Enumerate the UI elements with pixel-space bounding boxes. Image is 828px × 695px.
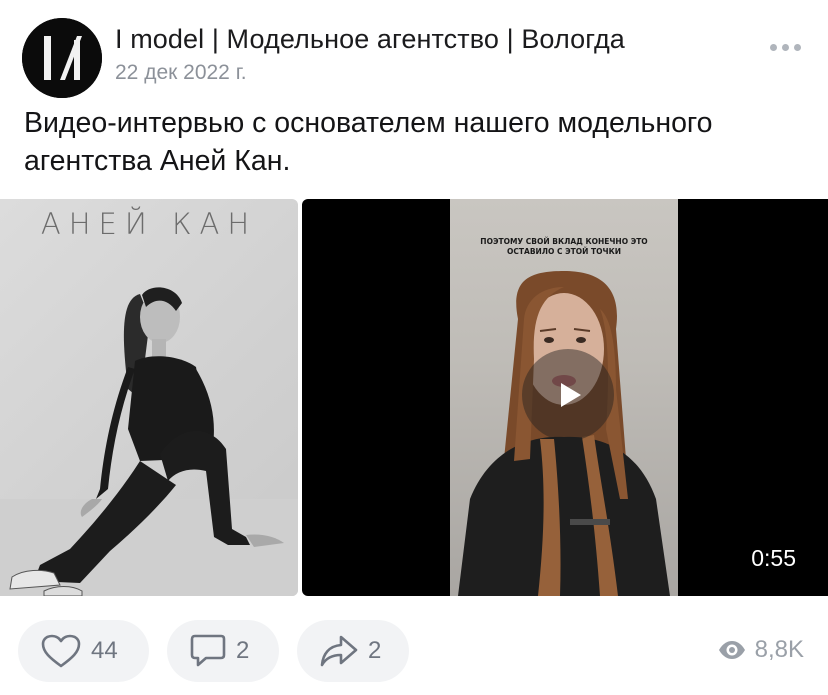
media-gallery: АНЕЙ КАН ПОЭТОМУ СВОЙ ВКЛАД КОНЕЧНО ЭТО … — [0, 199, 828, 596]
agency-logo — [22, 18, 102, 98]
like-button[interactable]: 44 — [18, 620, 149, 682]
play-button[interactable] — [522, 349, 614, 441]
video-duration: 0:55 — [751, 545, 796, 571]
comment-count: 2 — [236, 637, 250, 664]
author-name[interactable]: I model | Модельное агентство | Вологда — [115, 24, 625, 55]
video-attachment[interactable]: ПОЭТОМУ СВОЙ ВКЛАД КОНЕЧНО ЭТО ОСТАВИЛО … — [302, 199, 828, 596]
photo-attachment[interactable]: АНЕЙ КАН — [0, 199, 298, 596]
comment-button[interactable]: 2 — [167, 620, 279, 682]
eye-icon — [718, 641, 745, 659]
play-icon — [561, 383, 581, 407]
more-dots-icon[interactable] — [770, 40, 806, 54]
share-count: 2 — [368, 637, 382, 664]
views-counter: 8,8K — [717, 636, 804, 664]
post-header: I model | Модельное агентство | Вологда … — [22, 18, 812, 98]
post-actions: 44 2 2 — [18, 620, 409, 682]
heart-icon — [41, 634, 81, 668]
comment-icon — [190, 634, 226, 667]
avatar[interactable] — [22, 18, 102, 98]
share-button[interactable]: 2 — [297, 620, 409, 682]
model-photo-illustration — [0, 287, 298, 596]
post-card: I model | Модельное агентство | Вологда … — [0, 0, 828, 695]
post-text: Видео-интервью с основателем нашего моде… — [24, 107, 713, 177]
like-count: 44 — [91, 637, 118, 664]
share-arrow-icon — [320, 635, 358, 667]
post-date[interactable]: 22 дек 2022 г. — [115, 61, 247, 85]
views-count: 8,8K — [754, 636, 804, 663]
